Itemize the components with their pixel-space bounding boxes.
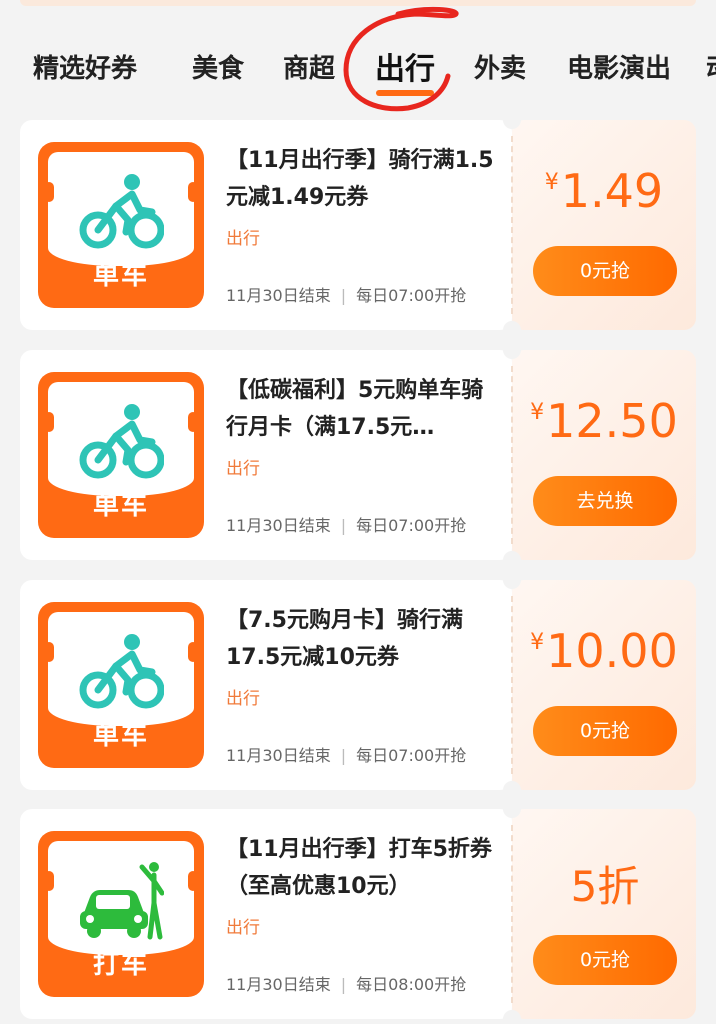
coupon-price-panel: ¥12.50 去兑换 xyxy=(512,350,696,560)
price-value: 5折 xyxy=(570,862,640,911)
tab-food[interactable]: 美食 xyxy=(192,48,244,85)
taxi-icon xyxy=(80,862,164,940)
coupon-end-date: 11月30日结束 xyxy=(226,286,331,305)
coupon-info: 单车 【11月出行季】骑行满1.5元减1.49元券 出行 11月30日结束 | 每日… xyxy=(20,120,512,330)
coupon-price-panel: ¥1.49 0元抢 xyxy=(512,120,696,330)
meta-separator: | xyxy=(340,286,347,305)
ticket-divider xyxy=(511,136,513,314)
coupon-brand-label: 打车 xyxy=(92,950,149,980)
coupon-brand-tile: 单车 xyxy=(38,602,204,768)
coupon-brand-label: 单车 xyxy=(92,721,149,751)
ticket-notch-bottom xyxy=(503,551,521,569)
coupon-brand-label: 单车 xyxy=(92,261,149,291)
ticket-notch-bottom xyxy=(503,1010,521,1024)
ticket-notch-top xyxy=(503,571,521,589)
coupon-title: 【低碳福利】5元购单车骑行月卡（满17.5元… xyxy=(226,378,484,440)
ticket-shape xyxy=(44,152,198,266)
coupon-meta: 11月30日结束 | 每日08:00开抢 xyxy=(226,971,466,995)
price-value: 10.00 xyxy=(546,624,678,678)
tab-movies-shows[interactable]: 电影演出 xyxy=(567,48,671,85)
coupon-price: ¥1.49 xyxy=(512,164,696,218)
tab-travel[interactable]: 出行 xyxy=(375,44,435,88)
coupon-category: 出行 xyxy=(226,229,260,249)
bicycle-icon xyxy=(79,634,164,709)
coupon-info: 单车 【低碳福利】5元购单车骑行月卡（满17.5元… 出行 11月30日结束 | 每… xyxy=(20,350,512,560)
coupon-category: 出行 xyxy=(226,918,260,938)
coupon-info: 打车 【11月出行季】打车5折券（至高优惠10元） 出行 11月30日结束 | 每日… xyxy=(20,809,512,1019)
grab-coupon-button[interactable]: 0元抢 xyxy=(533,246,677,296)
coupon-daily-time: 每日07:00开抢 xyxy=(356,516,467,535)
tab-supermarket[interactable]: 商超 xyxy=(283,48,335,85)
coupon-brand-tile: 打车 xyxy=(38,831,204,997)
coupon-price: ¥10.00 xyxy=(512,624,696,678)
coupon-category: 出行 xyxy=(226,459,260,479)
ticket-shape xyxy=(44,841,198,955)
coupon-category: 出行 xyxy=(226,689,260,709)
tab-more[interactable]: 动 xyxy=(706,48,716,85)
coupon-info: 单车 【7.5元购月卡】骑行满17.5元减10元券 出行 11月30日结束 | 每日… xyxy=(20,580,512,790)
price-currency: ¥ xyxy=(530,400,545,425)
ticket-notch-top xyxy=(503,800,521,818)
coupon-meta: 11月30日结束 | 每日07:00开抢 xyxy=(226,742,466,766)
ticket-divider xyxy=(511,825,513,1003)
ticket-shape xyxy=(44,612,198,726)
grab-coupon-button[interactable]: 去兑换 xyxy=(533,476,677,526)
coupon-brand-tile: 单车 xyxy=(38,372,204,538)
grab-coupon-button[interactable]: 0元抢 xyxy=(533,706,677,756)
price-value: 12.50 xyxy=(546,394,678,448)
coupon-card[interactable]: 打车 【11月出行季】打车5折券（至高优惠10元） 出行 11月30日结束 | 每日… xyxy=(20,800,696,1024)
coupon-brand-tile: 单车 xyxy=(38,142,204,308)
coupon-price-panel: 5折 0元抢 xyxy=(512,809,696,1019)
coupon-title: 【7.5元购月卡】骑行满17.5元减10元券 xyxy=(226,608,463,670)
ticket-notch-top xyxy=(503,111,521,129)
ticket-notch-top xyxy=(503,341,521,359)
price-currency: ¥ xyxy=(544,170,559,195)
ticket-notch-bottom xyxy=(503,781,521,799)
tab-takeout[interactable]: 外卖 xyxy=(474,48,526,85)
coupon-price-panel: ¥10.00 0元抢 xyxy=(512,580,696,790)
coupon-end-date: 11月30日结束 xyxy=(226,516,331,535)
coupon-card[interactable]: 单车 【低碳福利】5元购单车骑行月卡（满17.5元… 出行 11月30日结束 | 每… xyxy=(20,341,696,569)
coupon-meta: 11月30日结束 | 每日07:00开抢 xyxy=(226,282,466,306)
grab-coupon-button[interactable]: 0元抢 xyxy=(533,935,677,985)
coupon-card[interactable]: 单车 【7.5元购月卡】骑行满17.5元减10元券 出行 11月30日结束 | 每日… xyxy=(20,571,696,799)
coupon-end-date: 11月30日结束 xyxy=(226,975,331,994)
coupon-brand-label: 单车 xyxy=(92,491,149,521)
coupon-title: 【11月出行季】骑行满1.5元减1.49元券 xyxy=(226,148,494,210)
meta-separator: | xyxy=(340,975,347,994)
active-tab-indicator xyxy=(376,90,434,96)
ticket-shape xyxy=(44,382,198,496)
coupon-daily-time: 每日07:00开抢 xyxy=(356,746,467,765)
coupon-card[interactable]: 单车 【11月出行季】骑行满1.5元减1.49元券 出行 11月30日结束 | 每日… xyxy=(20,111,696,339)
coupon-end-date: 11月30日结束 xyxy=(226,746,331,765)
meta-separator: | xyxy=(340,746,347,765)
tab-featured[interactable]: 精选好券 xyxy=(33,48,137,85)
price-currency: ¥ xyxy=(530,630,545,655)
coupon-daily-time: 每日08:00开抢 xyxy=(356,975,467,994)
category-tabs: 精选好券 美食 商超 出行 外卖 电影演出 动 xyxy=(0,30,716,110)
ticket-divider xyxy=(511,366,513,544)
coupon-meta: 11月30日结束 | 每日07:00开抢 xyxy=(226,512,466,536)
coupon-daily-time: 每日07:00开抢 xyxy=(356,286,467,305)
top-banner-edge xyxy=(20,0,696,6)
coupon-title: 【11月出行季】打车5折券（至高优惠10元） xyxy=(226,837,492,899)
coupon-price: 5折 xyxy=(512,853,696,914)
bicycle-icon xyxy=(79,174,164,249)
ticket-notch-bottom xyxy=(503,321,521,339)
ticket-divider xyxy=(511,596,513,774)
coupon-price: ¥12.50 xyxy=(512,394,696,448)
price-value: 1.49 xyxy=(560,164,664,218)
bicycle-icon xyxy=(79,404,164,479)
meta-separator: | xyxy=(340,516,347,535)
